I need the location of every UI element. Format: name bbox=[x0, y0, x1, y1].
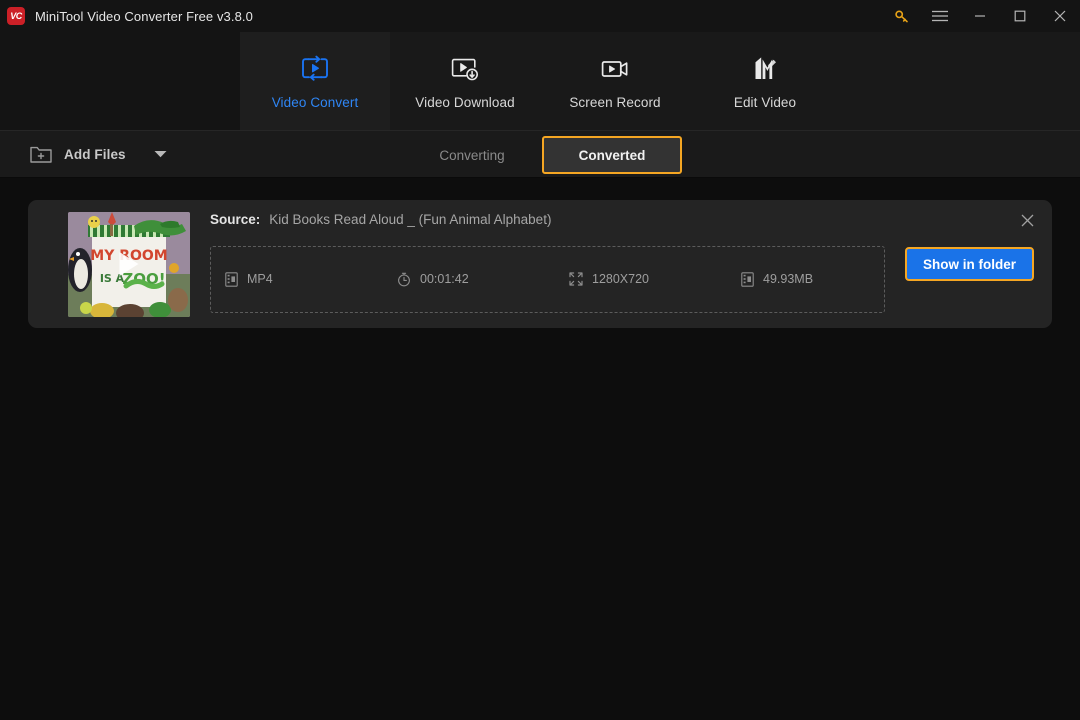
converted-task-card: MY ROOM IS A ZOO! Source: Kid Books Read… bbox=[28, 200, 1052, 328]
meta-filesize-value: 49.93MB bbox=[763, 272, 814, 286]
video-download-icon bbox=[449, 52, 481, 86]
main-navigation: Video Convert Video Download Screen Reco… bbox=[0, 32, 1080, 130]
meta-resolution: 1280X720 bbox=[569, 272, 741, 286]
add-files-label: Add Files bbox=[64, 146, 126, 162]
tab-converting-label: Converting bbox=[439, 147, 505, 163]
resolution-icon bbox=[569, 272, 583, 286]
meta-duration-value: 00:01:42 bbox=[420, 272, 469, 286]
file-size-icon bbox=[741, 271, 754, 287]
source-filename: Kid Books Read Aloud _ (Fun Animal Alpha… bbox=[269, 211, 552, 227]
play-overlay-icon bbox=[119, 252, 139, 276]
chevron-down-icon[interactable] bbox=[154, 150, 167, 158]
nav-label-screen-record: Screen Record bbox=[569, 95, 661, 110]
nav-left-pad bbox=[0, 32, 240, 130]
tab-converting[interactable]: Converting bbox=[402, 136, 542, 174]
minimize-icon[interactable] bbox=[960, 0, 1000, 32]
video-convert-icon bbox=[299, 52, 331, 86]
maximize-icon[interactable] bbox=[1000, 0, 1040, 32]
meta-format-value: MP4 bbox=[247, 272, 273, 286]
screen-record-icon bbox=[599, 52, 631, 86]
nav-label-video-convert: Video Convert bbox=[271, 95, 359, 110]
metadata-box: MP4 00:01:42 1280X720 49.93MB bbox=[210, 245, 885, 313]
nav-item-video-convert[interactable]: Video Convert bbox=[240, 32, 390, 130]
converted-list: MY ROOM IS A ZOO! Source: Kid Books Read… bbox=[0, 178, 1080, 720]
file-toolbar: Add Files Converting Converted bbox=[0, 130, 1080, 178]
show-in-folder-button[interactable]: Show in folder bbox=[905, 247, 1034, 281]
title-bar: VC MiniTool Video Converter Free v3.8.0 bbox=[0, 0, 1080, 32]
meta-format: MP4 bbox=[225, 271, 397, 287]
close-icon[interactable] bbox=[1040, 0, 1080, 32]
tab-converted-label: Converted bbox=[578, 147, 646, 163]
file-format-icon bbox=[225, 271, 238, 287]
source-label: Source: bbox=[210, 211, 261, 227]
app-logo-text: VC bbox=[10, 10, 22, 21]
task-details: Source: Kid Books Read Aloud _ (Fun Anim… bbox=[210, 212, 885, 317]
clock-icon bbox=[397, 272, 411, 287]
app-window: VC MiniTool Video Converter Free v3.8.0 bbox=[0, 0, 1080, 720]
show-in-folder-label: Show in folder bbox=[923, 256, 1016, 272]
status-tabs: Converting Converted bbox=[402, 131, 682, 179]
tab-converted[interactable]: Converted bbox=[542, 136, 682, 174]
app-logo-icon: VC bbox=[7, 7, 25, 25]
nav-right-pad bbox=[840, 32, 1080, 130]
folder-plus-icon bbox=[30, 145, 52, 164]
video-thumbnail[interactable]: MY ROOM IS A ZOO! bbox=[68, 211, 190, 317]
hamburger-menu-icon[interactable] bbox=[920, 0, 960, 32]
key-icon[interactable] bbox=[884, 0, 920, 32]
nav-item-edit-video[interactable]: Edit Video bbox=[690, 32, 840, 130]
nav-item-video-download[interactable]: Video Download bbox=[390, 32, 540, 130]
add-files-button[interactable]: Add Files bbox=[30, 145, 167, 164]
nav-label-video-download: Video Download bbox=[415, 95, 515, 110]
meta-filesize: 49.93MB bbox=[741, 271, 814, 287]
nav-item-screen-record[interactable]: Screen Record bbox=[540, 32, 690, 130]
nav-label-edit-video: Edit Video bbox=[733, 95, 797, 110]
meta-resolution-value: 1280X720 bbox=[592, 272, 650, 286]
meta-duration: 00:01:42 bbox=[397, 272, 569, 287]
remove-task-close-icon[interactable] bbox=[1016, 209, 1038, 231]
window-title: MiniTool Video Converter Free v3.8.0 bbox=[35, 8, 253, 24]
edit-video-icon bbox=[749, 52, 781, 86]
source-row: Source: Kid Books Read Aloud _ (Fun Anim… bbox=[210, 212, 885, 240]
